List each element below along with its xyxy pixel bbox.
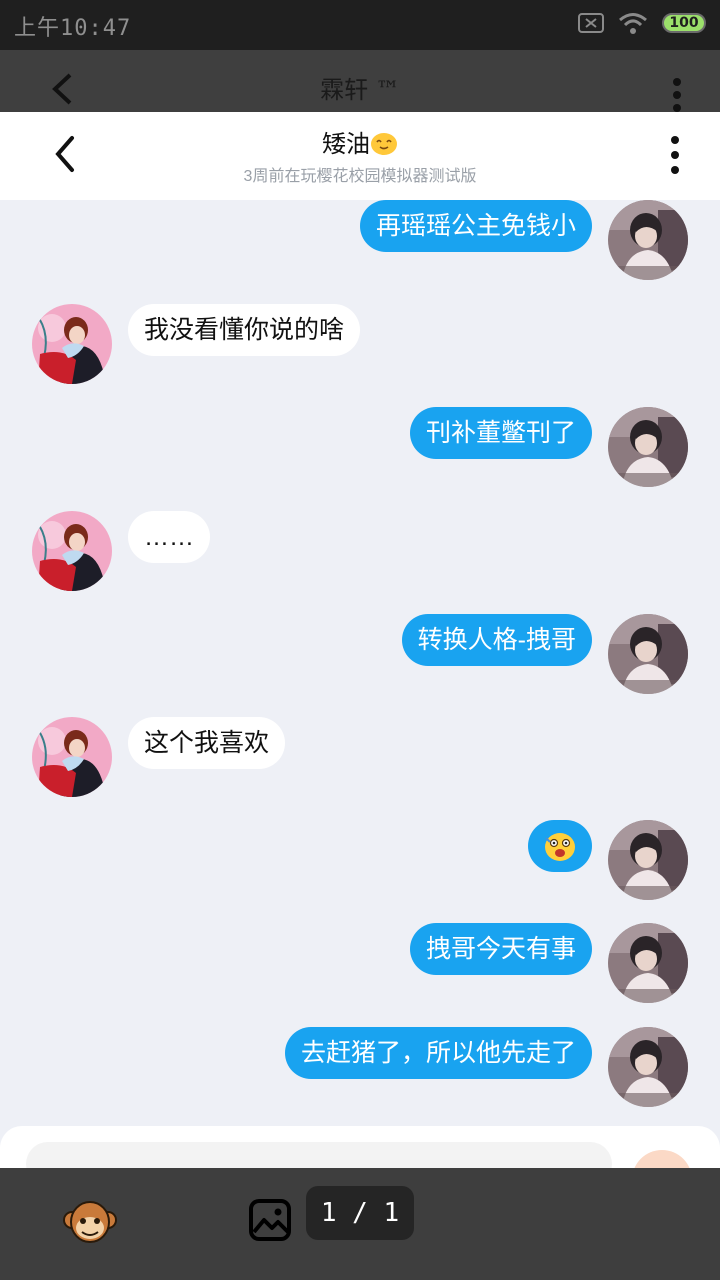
smiling-face-emoji-icon	[371, 133, 397, 155]
message-bubble-outgoing[interactable]: 去赶猪了，所以他先走了	[284, 1027, 592, 1079]
message-bubble-incoming[interactable]: 我没看懂你说的啥	[128, 304, 361, 356]
background-more-icon	[673, 78, 681, 112]
avatar[interactable]	[608, 614, 688, 694]
chat-subtitle: 3周前在玩樱花校园模拟器测试版	[243, 168, 477, 185]
avatar[interactable]	[608, 923, 688, 1003]
message-bubble-outgoing[interactable]: 转换人格-拽哥	[401, 614, 592, 666]
chat-header: 矮油 3周前在玩樱花校园模拟器测试版	[0, 112, 720, 200]
status-bar: 上午10:47 100	[0, 0, 720, 50]
page-counter: 1 / 1	[306, 1186, 414, 1240]
chat-title-block: 矮油 3周前在玩樱花校园模拟器测试版	[0, 124, 720, 186]
more-options-icon[interactable]	[660, 134, 690, 178]
background-app-title: 霖轩 ™	[320, 76, 400, 104]
shocked-face-emoji-icon	[545, 833, 575, 861]
avatar[interactable]	[608, 820, 688, 900]
chat-title: 矮油	[322, 131, 370, 158]
message-bubble-incoming[interactable]: 这个我喜欢	[128, 717, 286, 769]
avatar[interactable]	[608, 1027, 688, 1107]
sim-off-icon	[578, 13, 604, 33]
message-bubble-outgoing[interactable]: 再瑶瑶公主免钱小	[359, 200, 592, 252]
image-icon[interactable]	[248, 1198, 292, 1242]
status-time: 上午10:47	[14, 16, 132, 41]
message-bubble-outgoing-emoji[interactable]	[528, 820, 592, 872]
battery-icon: 100	[662, 13, 706, 33]
message-bubble-incoming[interactable]: ……	[128, 511, 210, 563]
message-bubble-outgoing[interactable]: 刊补董鳖刊了	[409, 407, 592, 459]
wifi-icon	[619, 13, 647, 34]
avatar[interactable]	[32, 511, 112, 591]
status-icons: 100	[578, 12, 706, 34]
monkey-sticker-icon[interactable]	[62, 1194, 118, 1250]
avatar[interactable]	[608, 200, 688, 280]
bottom-toolbar: 1 / 1	[0, 1168, 720, 1280]
message-bubble-outgoing[interactable]: 拽哥今天有事	[409, 923, 592, 975]
avatar[interactable]	[608, 407, 688, 487]
avatar[interactable]	[32, 717, 112, 797]
avatar[interactable]	[32, 304, 112, 384]
background-app-bar: 霖轩 ™	[0, 50, 720, 112]
